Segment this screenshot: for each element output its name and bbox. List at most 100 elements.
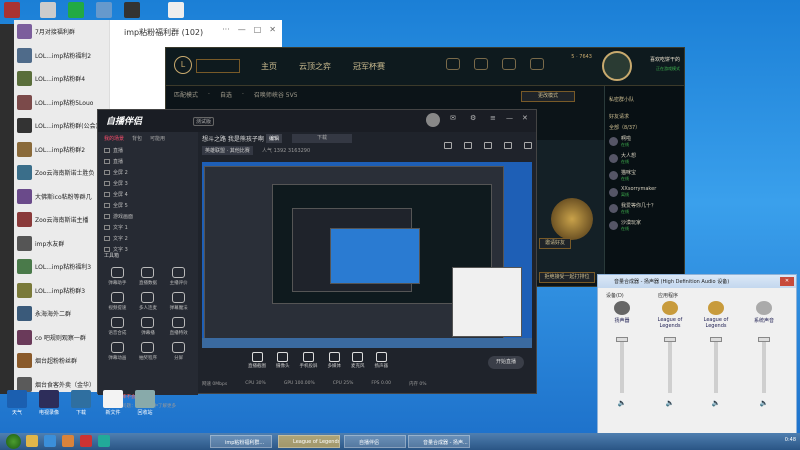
- volume-thumb[interactable]: [758, 337, 770, 342]
- maximize-icon[interactable]: □: [254, 25, 262, 34]
- scene-item[interactable]: 全屏 2: [98, 167, 198, 178]
- nav-tft[interactable]: 云顶之弈: [299, 61, 331, 72]
- tool-item[interactable]: 弹幕魔法: [163, 292, 194, 311]
- record-icon[interactable]: [504, 142, 512, 149]
- tool-item[interactable]: 语音合成: [102, 317, 133, 336]
- scene-item[interactable]: 文字 2: [98, 233, 198, 244]
- taskbar-task[interactable]: League of Legends: [278, 435, 340, 448]
- friend-item[interactable]: 我爱等你几十？ 在线: [605, 200, 684, 217]
- volume-thumb[interactable]: [664, 337, 676, 342]
- tool-item[interactable]: 弹幕播: [133, 317, 164, 336]
- minimize-icon[interactable]: —: [506, 114, 513, 122]
- tool-item[interactable]: 视频提速: [102, 292, 133, 311]
- tool-item[interactable]: 弹幕助手: [102, 267, 133, 286]
- action-button[interactable]: 扬声器: [375, 352, 388, 369]
- desktop-icon[interactable]: 回收站: [132, 390, 158, 416]
- speaker-icon[interactable]: 🔈: [666, 399, 675, 407]
- desktop-icon[interactable]: 下载: [68, 390, 94, 416]
- screenshot-icon[interactable]: [484, 142, 492, 149]
- speaker-icon[interactable]: 🔈: [618, 399, 627, 407]
- lol-play-button[interactable]: [196, 59, 240, 73]
- taskbar-task[interactable]: imp粘粉福利群...: [210, 435, 272, 448]
- close-icon[interactable]: ✕: [780, 277, 794, 286]
- menu-icon[interactable]: ≡: [490, 114, 496, 122]
- chat-list-item[interactable]: LOL...imp粘粉群2: [14, 138, 109, 162]
- lol-profile-nav-icon[interactable]: [446, 58, 460, 70]
- go-live-button[interactable]: 开始直播: [488, 356, 524, 369]
- desktop-icon[interactable]: 新文件: [100, 390, 126, 416]
- chat-list-item[interactable]: LOL...imp粘粉群(公会): [14, 114, 109, 138]
- chat-list-item[interactable]: 永海海外二群: [14, 302, 109, 326]
- taskbar-app2-icon[interactable]: [98, 435, 110, 447]
- chat-list-item[interactable]: Zoo云海南斯诺主播: [14, 208, 109, 232]
- chat-list-item[interactable]: LOL...imp粘粉群3: [14, 279, 109, 303]
- lock-icon[interactable]: [444, 142, 452, 149]
- friend-item[interactable]: 大人想 在线: [605, 150, 684, 167]
- desktop-icon[interactable]: 电视录像: [36, 390, 62, 416]
- scene-item[interactable]: 全屏 5: [98, 200, 198, 211]
- lol-profile-avatar[interactable]: [602, 51, 632, 81]
- friend-requests[interactable]: 好友请求: [605, 111, 684, 122]
- layout-icon[interactable]: [464, 142, 472, 149]
- friend-item[interactable]: 啊啦 在线: [605, 133, 684, 150]
- friends-all[interactable]: 全部（8/37）: [605, 122, 684, 133]
- download-button[interactable]: 下载: [292, 134, 352, 143]
- more-icon[interactable]: ···: [222, 25, 230, 34]
- action-button[interactable]: 手机投屏: [300, 352, 318, 369]
- scene-item[interactable]: 全屏 4: [98, 189, 198, 200]
- message-icon[interactable]: ✉: [450, 114, 456, 122]
- tool-item[interactable]: 主播评价: [163, 267, 194, 286]
- scene-item[interactable]: 文字 1: [98, 222, 198, 233]
- taskbar-task[interactable]: 音量合成器 - 扬声...: [408, 435, 470, 448]
- taskbar-task[interactable]: 自播伴侣: [344, 435, 406, 448]
- start-button[interactable]: [6, 434, 21, 449]
- volume-slider[interactable]: [616, 337, 628, 393]
- close-icon[interactable]: ✕: [269, 25, 276, 34]
- desktop-icon-3[interactable]: [68, 2, 84, 18]
- tool-item[interactable]: 直播特效: [163, 317, 194, 336]
- friend-item[interactable]: 沙漠玩家 在线: [605, 217, 684, 234]
- volume-thumb[interactable]: [616, 337, 628, 342]
- speaker-icon[interactable]: 🔈: [712, 399, 721, 407]
- speaker-icon[interactable]: 🔈: [760, 399, 769, 407]
- stream-preview[interactable]: [202, 162, 532, 348]
- nav-cup[interactable]: 冠军杯赛: [353, 61, 385, 72]
- volume-slider[interactable]: [758, 337, 770, 393]
- rotate-icon[interactable]: [524, 142, 532, 149]
- desktop-icon-1[interactable]: [4, 2, 20, 18]
- action-button[interactable]: 直播截图: [248, 352, 266, 369]
- chat-list-item[interactable]: co 吧规则观察一群: [14, 326, 109, 350]
- scene-item[interactable]: 游戏画面: [98, 211, 198, 222]
- tab-backpack[interactable]: 背包: [132, 135, 142, 142]
- scene-item[interactable]: 直播: [98, 145, 198, 156]
- lol-store-icon[interactable]: [530, 58, 544, 70]
- settings-icon[interactable]: ⚙: [470, 114, 476, 122]
- taskbar-app-icon[interactable]: [80, 435, 92, 447]
- tab-other[interactable]: 可能用: [150, 135, 165, 142]
- taskbar-ie-icon[interactable]: [44, 435, 56, 447]
- lol-ranked-text[interactable]: 拒绝接受一起打排位: [539, 272, 595, 283]
- taskbar-media-icon[interactable]: [62, 435, 74, 447]
- desktop-icon-2[interactable]: [40, 2, 56, 18]
- action-button[interactable]: 麦克风: [351, 352, 365, 369]
- action-button[interactable]: 多媒体: [328, 352, 341, 369]
- chat-list-item[interactable]: 大佛斯ico粘粉等群几: [14, 185, 109, 209]
- close-icon[interactable]: ✕: [522, 114, 528, 122]
- change-mode-button[interactable]: 更改模式: [521, 91, 575, 102]
- stream-category[interactable]: 英雄联盟 · 其他比赛: [202, 146, 253, 155]
- volume-thumb[interactable]: [710, 337, 722, 342]
- friend-item[interactable]: XXsorrymaker 离线: [605, 184, 684, 200]
- tool-item[interactable]: 抽奖程序: [133, 342, 164, 361]
- scene-item[interactable]: 全屏 3: [98, 178, 198, 189]
- chat-list-item[interactable]: 7月对接福利群: [14, 20, 109, 44]
- chat-list-item[interactable]: LOL...imp粘粉5Louo: [14, 91, 109, 115]
- tool-item[interactable]: 多人连麦: [133, 292, 164, 311]
- desktop-icon[interactable]: 天气: [4, 390, 30, 416]
- chat-list-item[interactable]: imp水友群: [14, 232, 109, 256]
- desktop-icon-4[interactable]: [96, 2, 112, 18]
- desktop-icon-5[interactable]: [124, 2, 140, 18]
- chat-list-item[interactable]: LOL...imp粘粉福利2: [14, 44, 109, 68]
- chat-list-item[interactable]: Zoo云海南斯诺士胜负: [14, 161, 109, 185]
- tool-item[interactable]: 分屏: [163, 342, 194, 361]
- zb-user-avatar[interactable]: [426, 113, 440, 127]
